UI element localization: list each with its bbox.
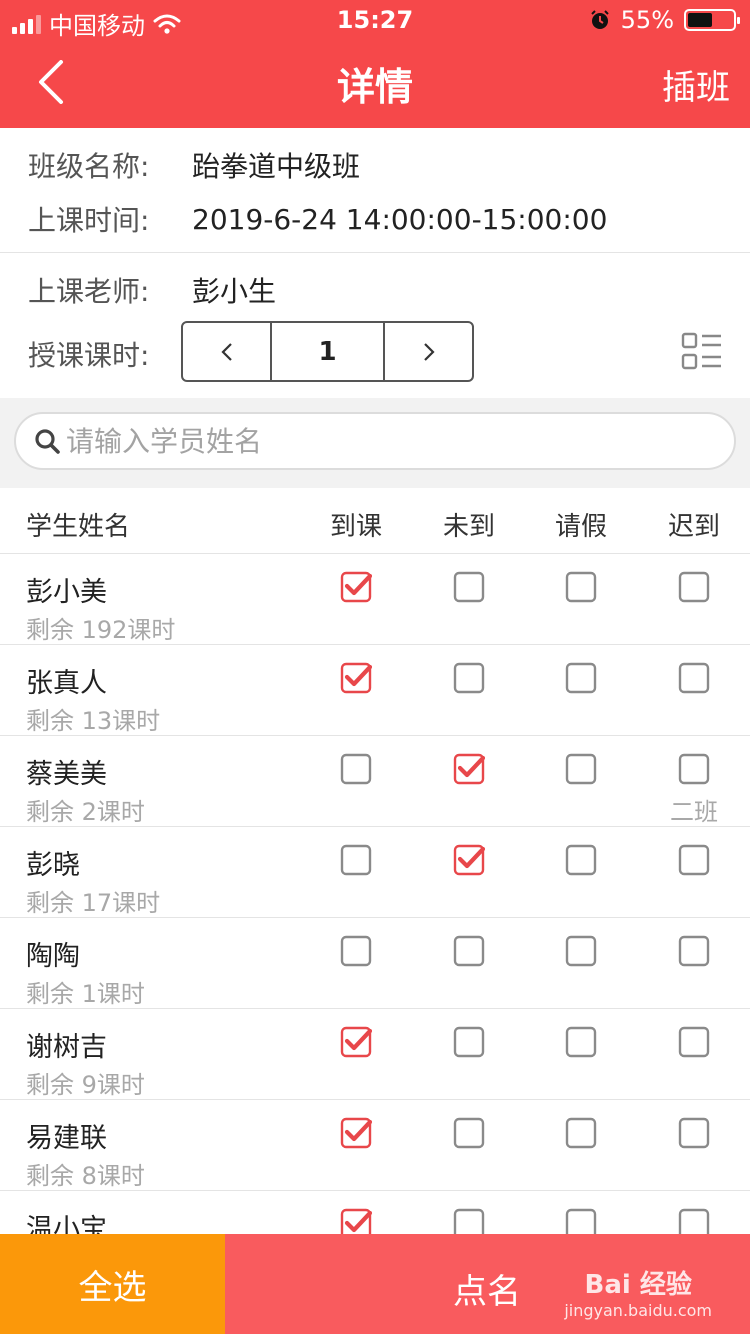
checkbox-absent[interactable] xyxy=(453,662,485,694)
hours-label: 授课课时: xyxy=(28,339,150,372)
alarm-icon xyxy=(590,10,609,29)
table-row: 谢树吉剩余 9课时 xyxy=(0,1009,750,1100)
checkbox-leave[interactable] xyxy=(565,571,597,603)
roll-call-label: 点名 xyxy=(453,1272,521,1312)
checkbox-leave[interactable] xyxy=(565,935,597,967)
status-right: 55% xyxy=(589,6,740,34)
student-name: 张真人 xyxy=(26,668,107,699)
checkbox-absent-checked[interactable] xyxy=(453,753,485,785)
table-row: 彭晓剩余 17课时 xyxy=(0,827,750,918)
class-name-value: 跆拳道中级班 xyxy=(192,150,361,183)
checkbox-absent[interactable] xyxy=(453,935,485,967)
header-present: 到课 xyxy=(329,512,382,542)
row-note: 二班 xyxy=(670,798,718,826)
hours-increment-button[interactable] xyxy=(385,323,472,380)
header-late: 迟到 xyxy=(667,512,720,542)
table-row: 张真人剩余 13课时 xyxy=(0,645,750,736)
list-view-icon[interactable] xyxy=(680,330,724,374)
page-title: 详情 xyxy=(336,65,413,109)
battery-icon xyxy=(684,9,740,31)
teacher-row: 上课老师: 彭小生 xyxy=(28,270,276,310)
chevron-left-icon xyxy=(220,342,232,361)
hours-value[interactable]: 1 xyxy=(270,323,385,380)
search-area xyxy=(0,398,750,488)
search-icon xyxy=(35,429,60,454)
student-search-input[interactable] xyxy=(66,424,706,458)
checkbox-absent[interactable] xyxy=(453,1026,485,1058)
table-row: 易建联剩余 8课时 xyxy=(0,1100,750,1191)
table-row: 蔡美美剩余 2课时 二班 xyxy=(0,736,750,827)
remaining-hours: 剩余 2课时 xyxy=(26,798,145,826)
checkbox-present[interactable] xyxy=(340,935,372,967)
student-name: 彭晓 xyxy=(26,850,80,881)
class-time-label: 上课时间: xyxy=(28,204,150,237)
checkbox-late[interactable] xyxy=(678,1117,710,1149)
teacher-value: 彭小生 xyxy=(192,275,277,308)
checkbox-absent[interactable] xyxy=(453,1117,485,1149)
search-box xyxy=(14,412,736,470)
checkbox-late[interactable] xyxy=(678,844,710,876)
header-leave: 请假 xyxy=(554,512,607,542)
student-name: 易建联 xyxy=(26,1123,107,1154)
hours-row: 授课课时: xyxy=(28,334,192,374)
student-name: 谢树吉 xyxy=(26,1032,107,1063)
roll-call-button[interactable]: 点名 Bai 经验 jingyan.baidu.com xyxy=(225,1234,750,1334)
checkbox-leave[interactable] xyxy=(565,1026,597,1058)
remaining-hours: 剩余 17课时 xyxy=(26,889,161,917)
student-name: 彭小美 xyxy=(26,577,107,608)
checkbox-leave[interactable] xyxy=(565,662,597,694)
checkbox-absent[interactable] xyxy=(453,571,485,603)
checkbox-leave[interactable] xyxy=(565,844,597,876)
select-all-button[interactable]: 全选 xyxy=(0,1234,225,1334)
student-name: 陶陶 xyxy=(26,941,80,972)
divider xyxy=(0,252,750,253)
battery-percent: 55% xyxy=(620,6,674,34)
watermark-logo: Bai 经验 xyxy=(584,1270,692,1300)
checkbox-present-checked[interactable] xyxy=(340,571,372,603)
watermark-url: jingyan.baidu.com xyxy=(564,1301,712,1320)
class-time-row: 上课时间: 2019-6-24 14:00:00-15:00:00 xyxy=(28,199,607,239)
bottom-bar: 全选 点名 Bai 经验 jingyan.baidu.com xyxy=(0,1234,750,1334)
hours-stepper: 1 xyxy=(181,321,474,382)
checkbox-late[interactable] xyxy=(678,662,710,694)
class-time-value: 2019-6-24 14:00:00-15:00:00 xyxy=(192,202,608,236)
nav-bar: 详情 插班 xyxy=(0,40,750,128)
checkbox-absent-checked[interactable] xyxy=(453,844,485,876)
chevron-right-icon xyxy=(423,342,435,361)
checkbox-present[interactable] xyxy=(340,753,372,785)
status-bar: 中国移动 15:27 55% xyxy=(0,0,750,40)
checkbox-late[interactable] xyxy=(678,935,710,967)
insert-class-button[interactable]: 插班 xyxy=(662,60,730,109)
checkbox-leave[interactable] xyxy=(565,753,597,785)
header-student-name: 学生姓名 xyxy=(26,512,131,542)
teacher-label: 上课老师: xyxy=(28,275,150,308)
checkbox-present-checked[interactable] xyxy=(340,662,372,694)
student-name: 蔡美美 xyxy=(26,759,107,790)
remaining-hours: 剩余 13课时 xyxy=(26,707,161,735)
remaining-hours: 剩余 192课时 xyxy=(26,616,176,644)
hours-decrement-button[interactable] xyxy=(183,323,270,380)
remaining-hours: 剩余 9课时 xyxy=(26,1071,145,1099)
checkbox-late[interactable] xyxy=(678,753,710,785)
remaining-hours: 剩余 1课时 xyxy=(26,980,145,1008)
checkbox-present[interactable] xyxy=(340,844,372,876)
class-name-label: 班级名称: xyxy=(28,150,150,183)
class-name-row: 班级名称: 跆拳道中级班 xyxy=(28,145,360,185)
header: 中国移动 15:27 55% 详情 插班 xyxy=(0,0,750,128)
checkbox-present-checked[interactable] xyxy=(340,1117,372,1149)
header-absent: 未到 xyxy=(442,512,495,542)
table-row: 陶陶剩余 1课时 xyxy=(0,918,750,1009)
checkbox-late[interactable] xyxy=(678,1026,710,1058)
baidu-watermark: Bai 经验 jingyan.baidu.com xyxy=(564,1264,712,1320)
table-header: 学生姓名 到课 未到 请假 迟到 xyxy=(0,488,750,554)
checkbox-leave[interactable] xyxy=(565,1117,597,1149)
checkbox-present-checked[interactable] xyxy=(340,1026,372,1058)
remaining-hours: 剩余 8课时 xyxy=(26,1162,145,1190)
checkbox-late[interactable] xyxy=(678,571,710,603)
table-row: 彭小美剩余 192课时 xyxy=(0,554,750,645)
